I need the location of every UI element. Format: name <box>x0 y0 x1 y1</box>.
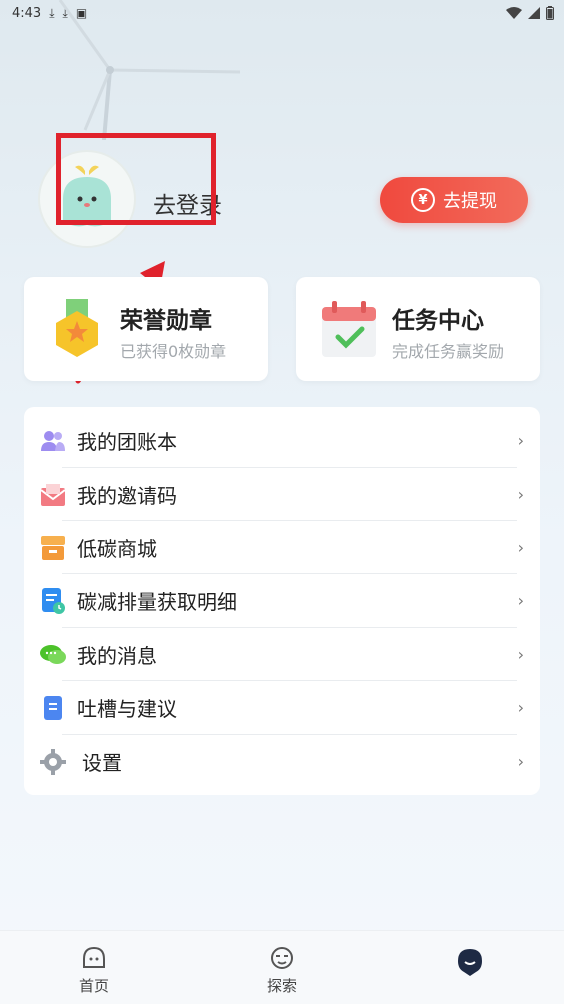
menu-item-settings[interactable]: 设置 › <box>24 735 540 788</box>
tab-label: 首页 <box>78 977 109 995</box>
chevron-right-icon: › <box>517 645 524 664</box>
menu-item-messages[interactable]: 我的消息 › <box>24 628 540 681</box>
chevron-right-icon: › <box>517 698 524 717</box>
task-title: 任务中心 <box>392 308 484 334</box>
honor-subtitle: 已获得0枚勋章 <box>120 342 227 361</box>
status-time: 4:43 <box>12 5 42 21</box>
chevron-right-icon: › <box>517 431 524 450</box>
tab-label: 探索 <box>266 977 297 995</box>
group-icon <box>40 428 66 454</box>
bottom-tab-bar: 首页 探索 <box>0 930 564 1004</box>
calendar-check-icon <box>322 301 376 357</box>
withdraw-button[interactable]: ¥ 去提现 <box>380 177 528 223</box>
menu-label: 我的团账本 <box>77 430 177 454</box>
battery-icon <box>546 6 554 20</box>
menu-label: 低碳商城 <box>77 537 157 561</box>
profile-face-icon <box>458 949 482 976</box>
honor-medal-card[interactable]: 荣誉勋章 已获得0枚勋章 <box>24 277 268 381</box>
chevron-right-icon: › <box>517 591 524 610</box>
wind-turbine-illustration <box>58 0 241 140</box>
menu-label: 我的邀请码 <box>77 484 177 508</box>
explore-face-icon <box>271 947 293 969</box>
menu-label: 吐槽与建议 <box>77 697 177 721</box>
store-icon <box>40 535 66 561</box>
menu-label: 我的消息 <box>77 644 157 668</box>
menu-item-invite-code[interactable]: 我的邀请码 › <box>24 468 540 521</box>
chevron-right-icon: › <box>517 485 524 504</box>
yuan-coin-icon: ¥ <box>411 188 435 212</box>
menu-item-team-ledger[interactable]: 我的团账本 › <box>24 414 540 467</box>
menu-item-low-carbon-store[interactable]: 低碳商城 › <box>24 521 540 574</box>
menu-item-carbon-details[interactable]: 碳减排量获取明细 › <box>24 574 540 627</box>
menu-list: 我的团账本 › 我的邀请码 › 低碳商城 › 碳减排量获取明细 › 我的消息 › <box>24 407 540 795</box>
menu-label: 碳减排量获取明细 <box>77 590 237 614</box>
tab-home[interactable]: 首页 <box>34 931 154 1004</box>
withdraw-label: 去提现 <box>443 191 497 212</box>
status-right <box>506 6 554 20</box>
chevron-right-icon: › <box>517 752 524 771</box>
task-subtitle: 完成任务赢奖励 <box>392 342 505 361</box>
gear-icon <box>40 748 66 775</box>
menu-item-feedback[interactable]: 吐槽与建议 › <box>24 681 540 734</box>
envelope-icon <box>40 482 66 508</box>
note-icon <box>40 695 66 721</box>
annotation-box <box>56 133 216 225</box>
medal-icon <box>56 299 98 357</box>
honor-title: 荣誉勋章 <box>120 308 212 334</box>
task-center-card[interactable]: 任务中心 完成任务赢奖励 <box>296 277 540 381</box>
detail-doc-icon <box>40 587 66 614</box>
chevron-right-icon: › <box>517 538 524 557</box>
wifi-icon <box>506 7 522 19</box>
home-face-icon <box>83 946 105 968</box>
tab-profile[interactable] <box>410 931 530 1004</box>
chat-icon <box>40 642 66 668</box>
menu-label: 设置 <box>82 751 122 775</box>
signal-icon <box>528 7 540 19</box>
tab-explore[interactable]: 探索 <box>222 931 342 1004</box>
